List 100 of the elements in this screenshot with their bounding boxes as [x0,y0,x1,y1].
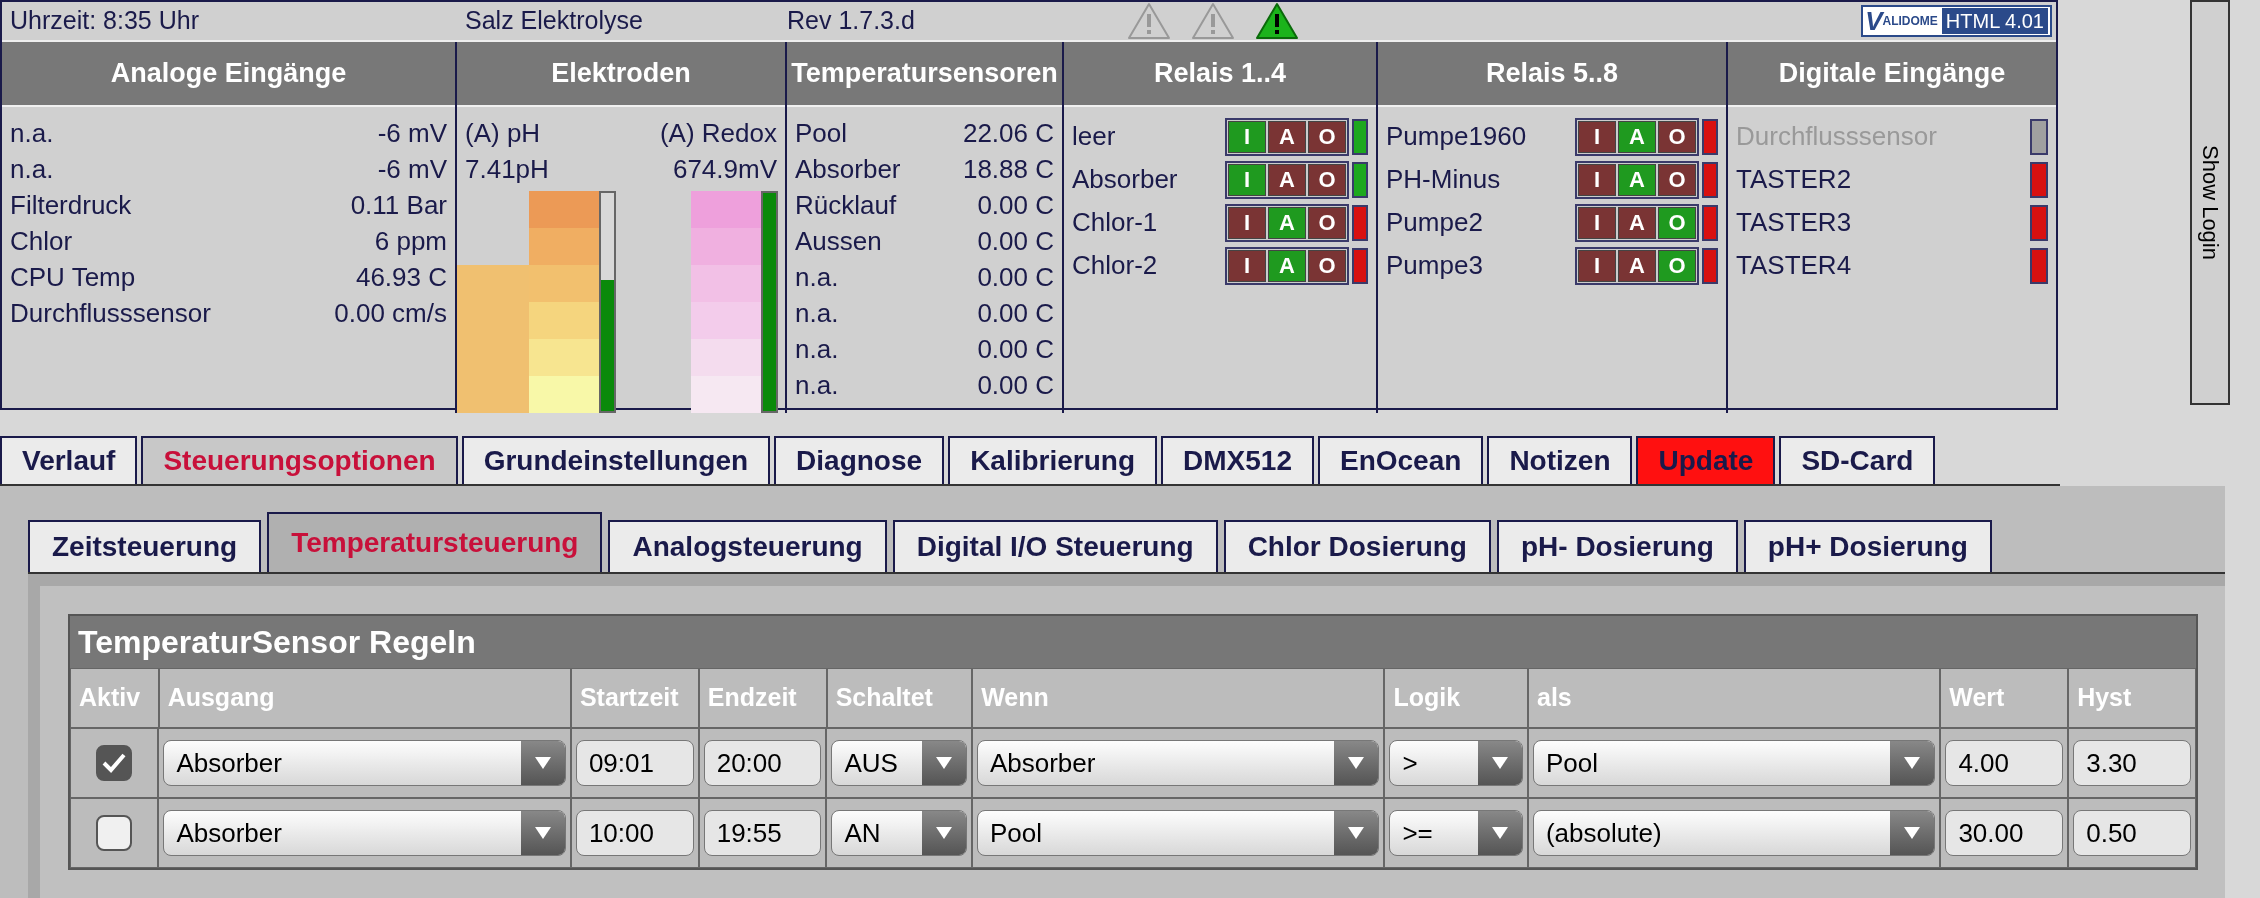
relay-name: leer [1072,120,1117,153]
nav-tab[interactable]: Kalibrierung [948,436,1158,484]
dropdown[interactable]: AN [831,810,967,856]
sensor-value: 22.06 C [962,116,1054,150]
sensor-value: 46.93 C [355,260,447,294]
nav-tab[interactable]: Grundeinstellungen [461,436,771,484]
input-name: TASTER3 [1736,206,1853,239]
column-header: als [1528,668,1941,728]
sensor-name: n.a. [10,152,54,186]
mode-button[interactable]: A [1618,120,1656,153]
dropdown[interactable]: >= [1389,810,1523,856]
panel-header: Digitale Eingänge [1728,42,2056,107]
mode-button[interactable]: A [1268,249,1306,282]
dropdown[interactable]: Absorber [976,740,1380,786]
mode-button[interactable]: O [1308,120,1346,153]
mode-button[interactable]: A [1618,163,1656,196]
sub-tab[interactable]: Zeitsteuerung [28,520,262,572]
sensor-value: 0.11 Bar [350,188,447,222]
nav-tab[interactable]: Verlauf [0,436,138,484]
mode-button[interactable]: I [1578,120,1616,153]
mode-button[interactable]: A [1268,206,1306,239]
column-header: Startzeit [570,668,699,728]
mode-button[interactable]: I [1228,163,1266,196]
relay-name: Pumpe2 [1386,206,1484,239]
dropdown[interactable]: AUS [831,740,967,786]
sensor-name: Aussen [795,224,882,258]
mode-button[interactable]: O [1658,120,1696,153]
dropdown[interactable]: Pool [976,810,1380,856]
mode-button[interactable]: I [1578,206,1616,239]
mode-button[interactable]: O [1658,249,1696,282]
input-field[interactable]: 0.50 [2073,810,2191,856]
mode-button[interactable]: I [1578,249,1616,282]
dropdown[interactable]: Absorber [163,810,566,856]
mode-button[interactable]: I [1228,206,1266,239]
checkmark-icon [101,752,128,774]
sensor-value: 0.00 C [977,188,1054,222]
sensor-value: 0.00 C [977,260,1054,294]
mode-button[interactable]: O [1658,206,1696,239]
sub-tab[interactable]: pH- Dosierung [1496,520,1738,572]
input-field[interactable]: 4.00 [1945,740,2064,786]
nav-tab[interactable]: EnOcean [1318,436,1484,484]
nav-tab[interactable]: Diagnose [774,436,945,484]
sensor-name: n.a. [10,116,54,150]
sub-tab[interactable]: Analogsteuerung [608,520,887,572]
relay-name: Chlor-2 [1072,249,1159,282]
input-field[interactable]: 10:00 [575,810,694,856]
sub-tab[interactable]: Digital I/O Steuerung [892,520,1218,572]
input-field[interactable]: 30.00 [1945,810,2064,856]
input-field[interactable]: 19:55 [703,810,822,856]
mode-button[interactable]: I [1228,249,1266,282]
mode-button[interactable]: A [1618,249,1656,282]
sub-tab[interactable]: pH+ Dosierung [1743,520,1992,572]
sensor-value: 6 ppm [374,224,447,258]
mode-button[interactable]: A [1268,120,1306,153]
nav-tab[interactable]: SD-Card [1779,436,1936,484]
dropdown[interactable]: Pool [1532,740,1936,786]
column-header: Schaltet [826,668,973,728]
login-tab[interactable]: Show Login [2190,0,2230,405]
input-field[interactable]: 09:01 [575,740,694,786]
checkbox[interactable] [96,815,133,851]
column-header: Endzeit [698,668,827,728]
mode-button[interactable]: O [1308,163,1346,196]
clock-text: Uhrzeit: 8:35 Uhr [9,5,200,37]
mode-button[interactable]: O [1308,206,1346,239]
input-field[interactable]: 20:00 [703,740,822,786]
relay-name: Chlor-1 [1072,206,1159,239]
column-header: Wenn [972,668,1385,728]
dropdown[interactable]: (absolute) [1532,810,1936,856]
panel-header: Analoge Eingänge [2,42,455,107]
electrode-value: 674.9mV [672,153,777,186]
input-name: TASTER4 [1736,249,1853,282]
caret-icon [1490,756,1509,770]
mode-button[interactable]: O [1308,249,1346,282]
mode-button[interactable]: I [1228,120,1266,153]
caret-icon [1903,826,1922,840]
nav-tab[interactable]: Steuerungsoptionen [141,436,458,484]
mode-button[interactable]: A [1268,163,1306,196]
dropdown[interactable]: Absorber [163,740,566,786]
sensor-name: n.a. [795,332,839,366]
checkbox[interactable] [96,745,133,781]
sub-tab[interactable]: Chlor Dosierung [1223,520,1491,572]
table-title: TemperaturSensor Regeln [70,616,2196,668]
sensor-name: n.a. [795,368,839,402]
mode-button[interactable]: A [1618,206,1656,239]
nav-tab[interactable]: Update [1636,436,1776,484]
sensor-value: 0.00 C [977,224,1054,258]
column-header: Wert [1940,668,2069,728]
relay-name: Absorber [1072,163,1179,196]
sensor-value: 0.00 C [977,332,1054,366]
input-field[interactable]: 3.30 [2073,740,2191,786]
sensor-value: 0.00 C [977,368,1054,402]
mode-button[interactable]: I [1578,163,1616,196]
nav-tab[interactable]: DMX512 [1161,436,1314,484]
panel-header: Relais 5..8 [1378,42,1726,107]
input-name: TASTER2 [1736,163,1853,196]
panel-header: Elektroden [457,42,785,107]
mode-button[interactable]: O [1658,163,1696,196]
sensor-value: 0.00 C [977,296,1054,330]
nav-tab[interactable]: Notizen [1487,436,1633,484]
dropdown[interactable]: > [1389,740,1523,786]
